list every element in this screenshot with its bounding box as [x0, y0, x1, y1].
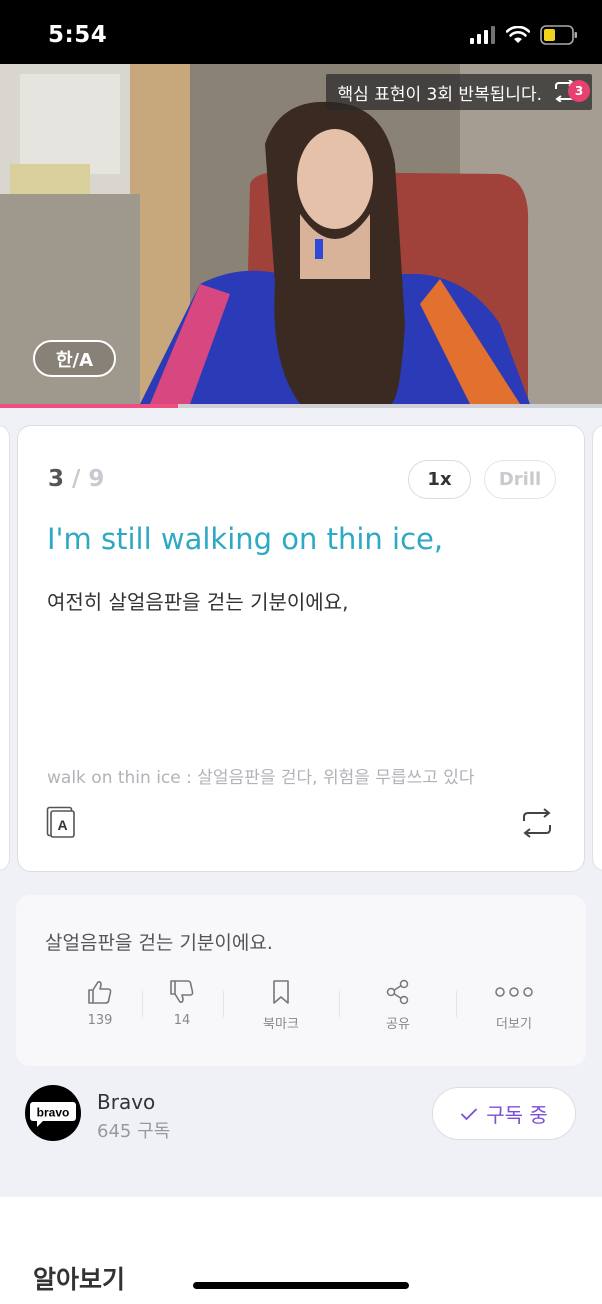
thumbs-up-icon — [88, 981, 112, 1004]
explore-title: 알아보기 — [33, 1265, 126, 1294]
dislike-button[interactable]: 14 — [142, 979, 222, 1028]
action-divider — [223, 991, 224, 1017]
playback-speed-button[interactable]: 1x — [408, 460, 471, 499]
status-time: 5:54 — [48, 22, 108, 48]
korean-translation: 여전히 살얼음판을 걷는 기분이에요, — [47, 590, 349, 614]
repeat-count-badge: 3 — [568, 80, 590, 102]
dictionary-icon[interactable]: A — [46, 806, 76, 838]
thumbs-down-icon — [170, 980, 194, 1003]
more-icon — [495, 987, 533, 997]
channel-subscriber-count: 645 구독 — [97, 1121, 171, 1142]
bravo-logo: bravo — [30, 1102, 76, 1127]
checkmark-icon — [461, 1107, 478, 1120]
status-icons — [470, 25, 578, 45]
comment-text: 살얼음판을 걷는 기분이에요. — [45, 932, 273, 954]
sentence-card: 3 / 9 1x Drill I'm still walking on thin… — [17, 425, 585, 872]
status-bar: 5:54 — [0, 0, 602, 64]
signal-icon — [470, 26, 495, 44]
video-progress-fill — [0, 404, 178, 408]
share-label: 공유 — [386, 1017, 410, 1032]
share-button[interactable]: 공유 — [358, 979, 438, 1032]
battery-icon — [540, 25, 577, 45]
action-divider — [339, 991, 340, 1017]
subtitle-language-toggle[interactable]: 한/A — [33, 340, 116, 377]
channel-name[interactable]: Bravo — [97, 1090, 155, 1114]
video-player[interactable]: 핵심 표현이 3회 반복됩니다. 3 한/A — [0, 64, 602, 404]
english-sentence[interactable]: I'm still walking on thin ice, — [47, 522, 443, 556]
repeat-sentence-icon[interactable] — [520, 808, 554, 838]
dictionary-icon-letter: A — [57, 817, 67, 833]
dislike-count: 14 — [173, 1013, 191, 1028]
home-indicator[interactable] — [193, 1282, 409, 1289]
next-sentence-card[interactable] — [592, 425, 602, 871]
action-divider — [456, 991, 457, 1017]
bookmark-button[interactable]: 북마크 — [241, 979, 321, 1032]
comment-box: 살얼음판을 걷는 기분이에요. 139 14 북마크 공유 더보기 — [16, 895, 586, 1066]
bookmark-icon — [273, 980, 289, 1004]
drill-button[interactable]: Drill — [484, 460, 556, 499]
video-progress-bar[interactable] — [0, 404, 602, 408]
channel-logo[interactable]: bravo — [25, 1085, 81, 1141]
svg-text:bravo: bravo — [37, 1106, 70, 1120]
repeat-notice-icon: 3 — [552, 79, 590, 104]
action-bar: 139 14 북마크 공유 더보기 — [46, 979, 556, 1039]
share-icon — [386, 979, 409, 1005]
wifi-icon — [506, 26, 530, 43]
more-button[interactable]: 더보기 — [474, 979, 554, 1032]
more-label: 더보기 — [496, 1017, 532, 1032]
subscribe-button[interactable]: 구독 중 — [432, 1087, 576, 1140]
repeat-notice-text: 핵심 표현이 3회 반복됩니다. — [337, 84, 542, 105]
bookmark-label: 북마크 — [263, 1017, 299, 1032]
like-count: 139 — [87, 1013, 113, 1028]
expression-explanation: walk on thin ice : 살얼음판을 걷다, 위험을 무릅쓰고 있다 — [47, 768, 475, 788]
previous-sentence-card[interactable] — [0, 425, 10, 871]
subscribe-label: 구독 중 — [486, 1103, 548, 1127]
sentence-total: / 9 — [64, 466, 105, 492]
like-button[interactable]: 139 — [60, 979, 140, 1028]
repeat-notice-banner: 핵심 표현이 3회 반복됩니다. 3 — [325, 74, 592, 110]
sentence-current: 3 — [48, 466, 65, 492]
sentence-counter: 3 / 9 — [48, 466, 104, 492]
